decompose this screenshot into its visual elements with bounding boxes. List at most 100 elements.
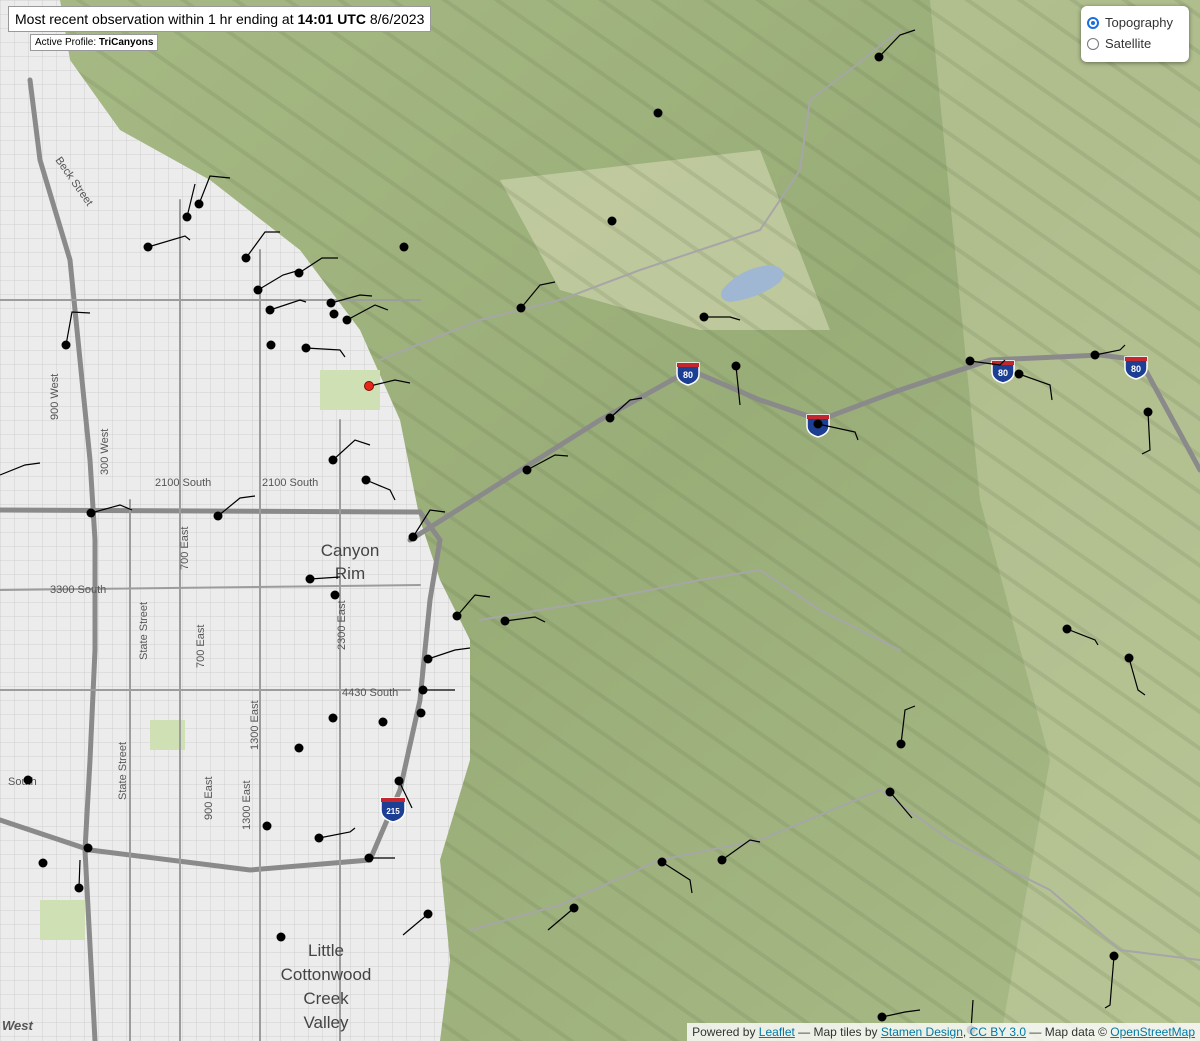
station-marker[interactable] — [1090, 350, 1100, 360]
satellite-label[interactable]: Satellite — [1105, 36, 1151, 51]
station-marker[interactable] — [516, 303, 526, 313]
station-marker[interactable] — [418, 685, 428, 695]
station-marker[interactable] — [423, 654, 433, 664]
station-marker[interactable] — [61, 340, 71, 350]
station-marker[interactable] — [266, 340, 276, 350]
osm-link[interactable]: OpenStreetMap — [1110, 1025, 1195, 1039]
station-marker[interactable] — [74, 883, 84, 893]
header-date: 8/6/2023 — [365, 11, 425, 27]
station-marker-highlighted[interactable] — [364, 381, 374, 391]
station-marker[interactable] — [965, 356, 975, 366]
header-prefix: Most recent observation within 1 hr endi… — [15, 11, 298, 27]
map-label-1300-east-a: 1300 East — [249, 700, 261, 750]
station-marker[interactable] — [194, 199, 204, 209]
station-marker[interactable] — [657, 857, 667, 867]
cc-link[interactable]: CC BY 3.0 — [970, 1025, 1026, 1039]
station-marker[interactable] — [394, 776, 404, 786]
station-marker[interactable] — [361, 475, 371, 485]
map-label-700-east: 700 East — [179, 527, 191, 570]
station-marker[interactable] — [182, 212, 192, 222]
map-label-cottonwood: Cottonwood — [281, 965, 372, 984]
leaflet-link[interactable]: Leaflet — [759, 1025, 795, 1039]
station-marker[interactable] — [364, 853, 374, 863]
topography-label[interactable]: Topography — [1105, 15, 1173, 30]
interstate-shield-80: 80 — [1124, 356, 1148, 380]
station-marker[interactable] — [294, 268, 304, 278]
station-marker[interactable] — [605, 413, 615, 423]
map-label-2300-east: 2300 East — [336, 600, 348, 650]
attribution-sep: , — [962, 1025, 970, 1039]
station-marker[interactable] — [874, 52, 884, 62]
station-marker[interactable] — [262, 821, 272, 831]
station-marker[interactable] — [1062, 624, 1072, 634]
profile-label: Active Profile: — [35, 37, 99, 48]
station-marker[interactable] — [329, 309, 339, 319]
station-marker[interactable] — [265, 305, 275, 315]
station-marker[interactable] — [301, 343, 311, 353]
layer-option-topography[interactable]: Topography — [1087, 12, 1183, 33]
satellite-radio[interactable] — [1087, 37, 1099, 50]
station-marker[interactable] — [328, 455, 338, 465]
station-marker[interactable] — [423, 909, 433, 919]
layer-option-satellite[interactable]: Satellite — [1087, 33, 1183, 54]
station-marker[interactable] — [452, 611, 462, 621]
map[interactable]: Beck Street 900 West 300 West 2100 South… — [0, 0, 1200, 1041]
station-marker[interactable] — [653, 108, 663, 118]
map-label-state-street-2: State Street — [117, 742, 129, 800]
active-profile-badge: Active Profile: TriCanyons — [30, 34, 159, 51]
station-marker[interactable] — [813, 419, 823, 429]
station-marker[interactable] — [896, 739, 906, 749]
map-label-900-west: 900 West — [49, 374, 61, 420]
stamen-link[interactable]: Stamen Design — [881, 1025, 963, 1039]
station-marker[interactable] — [241, 253, 251, 263]
svg-text:80: 80 — [1131, 364, 1141, 374]
station-marker[interactable] — [500, 616, 510, 626]
station-marker[interactable] — [294, 743, 304, 753]
station-marker[interactable] — [731, 361, 741, 371]
station-marker[interactable] — [330, 590, 340, 600]
station-marker[interactable] — [143, 242, 153, 252]
map-label-west-fragment: West — [2, 1018, 33, 1033]
station-marker[interactable] — [416, 708, 426, 718]
station-marker[interactable] — [569, 903, 579, 913]
map-label-south-fragment: South — [8, 776, 37, 788]
station-marker[interactable] — [253, 285, 263, 295]
station-marker[interactable] — [342, 315, 352, 325]
station-marker[interactable] — [399, 242, 409, 252]
station-marker[interactable] — [314, 833, 324, 843]
station-marker[interactable] — [83, 843, 93, 853]
station-marker[interactable] — [23, 775, 33, 785]
station-marker[interactable] — [885, 787, 895, 797]
station-marker[interactable] — [213, 511, 223, 521]
station-marker[interactable] — [717, 855, 727, 865]
station-marker[interactable] — [1109, 951, 1119, 961]
station-marker[interactable] — [328, 713, 338, 723]
svg-text:215: 215 — [386, 807, 400, 816]
map-label-creek: Creek — [303, 989, 349, 1008]
station-marker[interactable] — [877, 1012, 887, 1022]
station-marker[interactable] — [326, 298, 336, 308]
station-marker[interactable] — [38, 858, 48, 868]
svg-text:80: 80 — [683, 370, 693, 380]
map-label-little: Little — [308, 941, 344, 960]
station-marker[interactable] — [1124, 653, 1134, 663]
station-marker[interactable] — [522, 465, 532, 475]
station-marker[interactable] — [699, 312, 709, 322]
station-marker[interactable] — [607, 216, 617, 226]
map-label-rim: Rim — [335, 564, 365, 583]
station-marker[interactable] — [276, 932, 286, 942]
station-marker[interactable] — [86, 508, 96, 518]
topography-radio[interactable] — [1087, 16, 1099, 29]
map-label-1300-east-b: 1300 East — [241, 780, 253, 830]
station-marker[interactable] — [408, 532, 418, 542]
attribution-mapdata: — Map data © — [1026, 1025, 1111, 1039]
station-marker[interactable] — [378, 717, 388, 727]
attribution-tiles: — Map tiles by — [794, 1025, 881, 1039]
station-marker[interactable] — [1014, 369, 1024, 379]
map-label-canyon: Canyon — [321, 541, 380, 560]
map-label-2100-south-b: 2100 South — [262, 477, 318, 489]
interstate-shield-80: 80 — [676, 362, 700, 386]
station-marker[interactable] — [305, 574, 315, 584]
profile-value: TriCanyons — [98, 37, 154, 48]
station-marker[interactable] — [1143, 407, 1153, 417]
